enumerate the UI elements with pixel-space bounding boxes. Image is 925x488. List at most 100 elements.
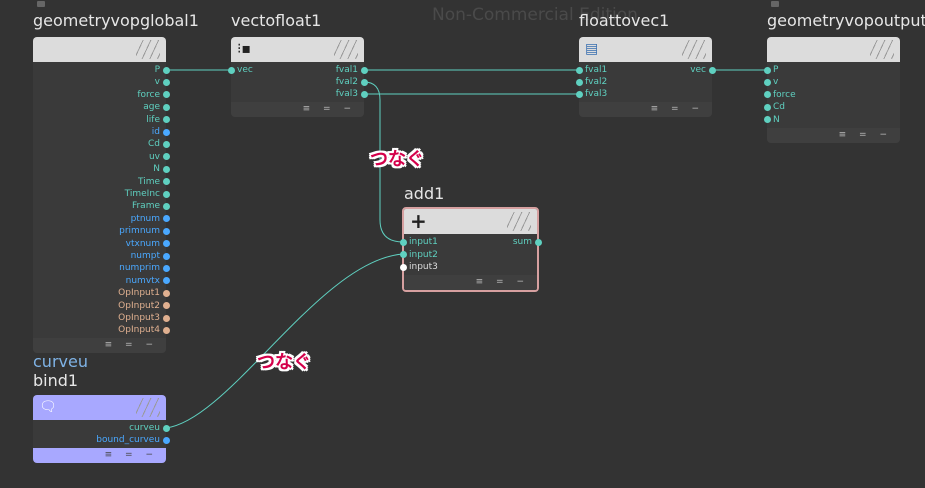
port-connector[interactable] <box>575 66 583 74</box>
node-footer: ≡ = − <box>231 102 364 117</box>
port-connector[interactable] <box>360 78 368 86</box>
node-footer: ≡ = − <box>579 102 712 117</box>
port-label: Cd <box>148 139 160 150</box>
port-label: input1 <box>409 237 438 247</box>
node-header[interactable] <box>767 37 900 62</box>
port-connector[interactable] <box>763 66 771 74</box>
port-connector[interactable] <box>708 66 716 74</box>
port-label: fval3 <box>335 89 358 100</box>
port-connector[interactable] <box>763 103 771 111</box>
port-label: life <box>146 114 160 125</box>
node-flag-area[interactable] <box>870 40 894 59</box>
port-label: P <box>154 65 160 75</box>
port-connector[interactable] <box>162 302 170 310</box>
node-flag-area[interactable] <box>682 40 706 59</box>
port-connector[interactable] <box>162 91 170 99</box>
node-flag-icon <box>771 1 779 7</box>
port-label: OpInput2 <box>118 300 160 311</box>
port-label: fval3 <box>585 89 608 100</box>
annotation-connect-2: つなぐ <box>257 352 311 373</box>
port-connector[interactable] <box>763 78 771 86</box>
port-label: input2 <box>409 249 438 260</box>
port-connector[interactable] <box>162 277 170 285</box>
node-flag-area[interactable] <box>136 398 160 417</box>
floattovec-icon: ▤ <box>585 41 599 57</box>
port-connector[interactable] <box>162 190 170 198</box>
port-label: Cd <box>773 102 785 113</box>
node-flag-area[interactable] <box>507 212 531 231</box>
node-flag-area[interactable] <box>334 40 358 59</box>
node-title-bind: bind1 <box>33 371 79 390</box>
port-connector[interactable] <box>399 263 407 271</box>
plus-icon: + <box>410 209 427 233</box>
port-label: OpInput4 <box>118 325 160 336</box>
port-connector[interactable] <box>162 202 170 210</box>
port-connector[interactable] <box>227 66 235 74</box>
port-connector[interactable] <box>162 103 170 111</box>
port-connector[interactable] <box>162 314 170 322</box>
port-connector[interactable] <box>162 215 170 223</box>
node-header[interactable]: ⁝▪ <box>231 37 364 62</box>
port-connector[interactable] <box>534 238 542 246</box>
speech-bubble-icon: 🗨 <box>39 399 57 415</box>
port-connector[interactable] <box>360 90 368 98</box>
port-label: curveu <box>129 423 160 433</box>
wire-curveu-to-input2 <box>165 253 404 429</box>
port-connector[interactable] <box>763 116 771 124</box>
port-connector[interactable] <box>162 252 170 260</box>
node-header[interactable]: 🗨 <box>33 395 166 420</box>
port-label: input3 <box>409 262 438 272</box>
port-connector[interactable] <box>399 238 407 246</box>
port-label: primnum <box>119 226 160 237</box>
port-connector[interactable] <box>162 326 170 334</box>
port-label: force <box>773 89 796 100</box>
port-connector[interactable] <box>162 78 170 86</box>
port-label: v <box>773 77 779 88</box>
port-connector[interactable] <box>162 264 170 272</box>
port-connector[interactable] <box>162 165 170 173</box>
port-connector[interactable] <box>162 240 170 248</box>
port-label: P <box>773 65 779 75</box>
port-connector[interactable] <box>162 178 170 186</box>
port-label: OpInput1 <box>118 288 160 299</box>
port-label: age <box>143 102 160 113</box>
port-connector[interactable] <box>162 227 170 235</box>
port-label: uv <box>148 151 160 162</box>
port-label: numvtx <box>125 275 160 286</box>
port-connector[interactable] <box>162 66 170 74</box>
port-connector[interactable] <box>575 78 583 86</box>
port-label: fval2 <box>335 77 358 88</box>
port-label: Frame <box>131 201 160 212</box>
node-header[interactable]: ▤ <box>579 37 712 62</box>
port-connector[interactable] <box>162 140 170 148</box>
port-label: ptnum <box>130 213 160 224</box>
port-label: id <box>151 127 160 137</box>
port-connector[interactable] <box>399 251 407 258</box>
port-connector[interactable] <box>162 116 170 124</box>
port-connector[interactable] <box>162 153 170 161</box>
port-connector[interactable] <box>162 128 170 136</box>
port-label: v <box>154 77 160 88</box>
node-footer: ≡ = − <box>767 128 900 143</box>
port-label: vec <box>690 65 706 75</box>
port-label: OpInput3 <box>118 313 160 323</box>
vectofloat-icon: ⁝▪ <box>237 41 251 57</box>
node-header[interactable] <box>33 37 166 62</box>
port-label: fval1 <box>335 65 358 75</box>
node-title-output: geometryvopoutput <box>767 11 925 30</box>
port-label: fval1 <box>585 65 608 75</box>
port-connector[interactable] <box>162 289 170 297</box>
port-label: N <box>153 164 160 175</box>
node-flag-area[interactable] <box>136 40 160 59</box>
port-connector[interactable] <box>763 91 771 99</box>
port-connector[interactable] <box>360 66 368 74</box>
port-connector[interactable] <box>575 90 583 98</box>
port-connector[interactable] <box>162 436 170 444</box>
port-connector[interactable] <box>162 424 170 432</box>
port-label: numprim <box>119 263 160 274</box>
port-label: sum <box>512 237 532 247</box>
node-header[interactable]: + <box>404 209 537 234</box>
port-label: N <box>773 114 780 125</box>
node-title-floattovec: floattovec1 <box>579 11 670 30</box>
node-footer: ≡ = − <box>33 338 166 353</box>
